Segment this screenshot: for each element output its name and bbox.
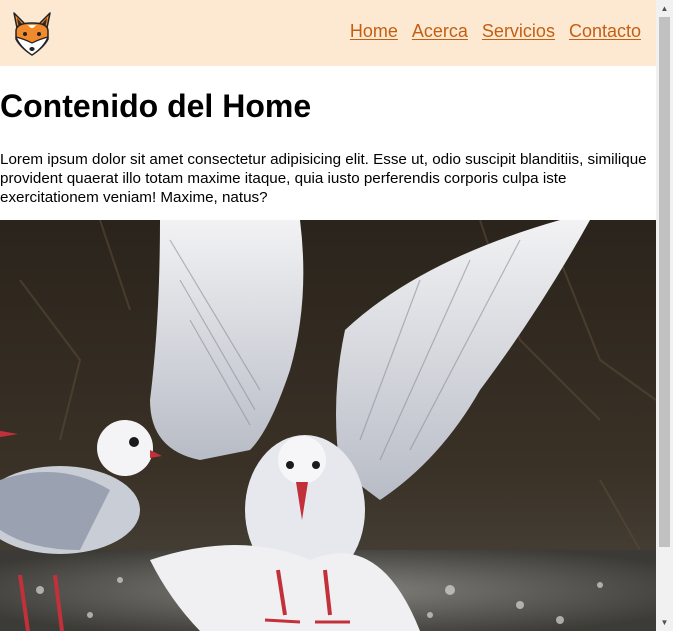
nav-link-servicios[interactable]: Servicios	[482, 21, 555, 42]
nav-link-home[interactable]: Home	[350, 21, 398, 42]
scroll-up-arrow-icon[interactable]: ▲	[656, 0, 673, 17]
nav-link-acerca[interactable]: Acerca	[412, 21, 468, 42]
scroll-down-arrow-icon[interactable]: ▼	[656, 614, 673, 631]
page-title: Contenido del Home	[0, 88, 312, 124]
fox-logo-icon[interactable]	[10, 9, 54, 59]
vertical-scrollbar[interactable]: ▲ ▼	[656, 0, 673, 631]
main-nav: Home Acerca Servicios Contacto	[350, 21, 641, 42]
page-viewport: Home Acerca Servicios Contacto Contenido…	[0, 0, 656, 631]
nav-link-contacto[interactable]: Contacto	[569, 21, 641, 42]
seagulls-photo	[0, 220, 656, 631]
site-header: Home Acerca Servicios Contacto	[0, 0, 656, 66]
scrollbar-thumb[interactable]	[659, 17, 670, 547]
intro-paragraph: Lorem ipsum dolor sit amet consectetur a…	[0, 151, 647, 206]
